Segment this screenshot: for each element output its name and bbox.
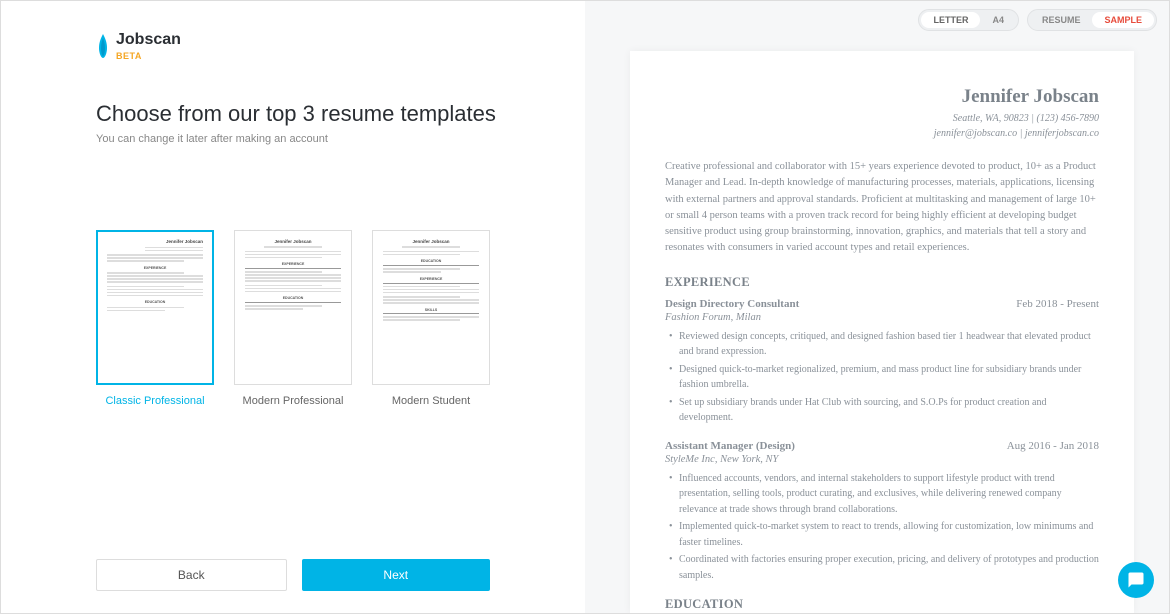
job-date: Aug 2016 - Jan 2018	[1007, 440, 1099, 452]
resume-preview: Jennifer Jobscan Seattle, WA, 90823 | (1…	[630, 51, 1134, 613]
resume-section-experience: EXPERIENCE	[665, 275, 1099, 290]
bullet: Implemented quick-to-market system to re…	[679, 519, 1099, 550]
page-subheading: You can change it later after making an …	[96, 133, 545, 145]
job-company: StyleMe Inc, New York, NY	[665, 454, 1099, 465]
bullet: Designed quick-to-market regionalized, p…	[679, 362, 1099, 393]
view-toggles: LETTER A4 RESUME SAMPLE	[918, 9, 1157, 31]
bullet: Reviewed design concepts, critiqued, and…	[679, 329, 1099, 360]
logo-text: Jobscan	[116, 31, 181, 49]
template-classic-professional[interactable]: Jennifer Jobscan EXPERIENCE EDUCATION Cl…	[96, 230, 214, 407]
template-label: Modern Professional	[234, 395, 352, 407]
left-panel: Jobscan BETA Choose from our top 3 resum…	[1, 1, 585, 613]
resume-section-education: EDUCATION	[665, 597, 1099, 612]
resume-job: Assistant Manager (Design) Aug 2016 - Ja…	[665, 440, 1099, 584]
toggle-resume[interactable]: RESUME	[1030, 12, 1093, 28]
toggle-a4[interactable]: A4	[980, 12, 1016, 28]
help-button[interactable]	[1118, 562, 1154, 598]
paper-size-toggle: LETTER A4	[918, 9, 1019, 31]
job-title: Design Directory Consultant	[665, 298, 799, 310]
job-title: Assistant Manager (Design)	[665, 440, 795, 452]
template-thumbnail: Jennifer Jobscan EDUCATION EXPERIENCE SK…	[372, 230, 490, 385]
resume-job: Design Directory Consultant Feb 2018 - P…	[665, 298, 1099, 426]
next-button[interactable]: Next	[302, 559, 491, 591]
mode-toggle: RESUME SAMPLE	[1027, 9, 1157, 31]
template-label: Classic Professional	[96, 395, 214, 407]
resume-summary: Creative professional and collaborator w…	[665, 159, 1099, 257]
logo: Jobscan BETA	[96, 31, 545, 61]
bullet: Set up subsidiary brands under Hat Club …	[679, 395, 1099, 426]
resume-header: Jennifer Jobscan Seattle, WA, 90823 | (1…	[665, 86, 1099, 141]
job-bullets: Influenced accounts, vendors, and intern…	[665, 471, 1099, 584]
template-modern-professional[interactable]: Jennifer Jobscan EXPERIENCE EDUCATION Mo…	[234, 230, 352, 407]
back-button[interactable]: Back	[96, 559, 287, 591]
resume-name: Jennifer Jobscan	[665, 86, 1099, 108]
template-thumbnail: Jennifer Jobscan EXPERIENCE EDUCATION	[234, 230, 352, 385]
toggle-sample[interactable]: SAMPLE	[1092, 12, 1154, 28]
job-date: Feb 2018 - Present	[1016, 298, 1099, 310]
template-modern-student[interactable]: Jennifer Jobscan EDUCATION EXPERIENCE SK…	[372, 230, 490, 407]
page-heading: Choose from our top 3 resume templates	[96, 101, 545, 127]
preview-panel: Jennifer Jobscan Seattle, WA, 90823 | (1…	[585, 1, 1169, 613]
template-label: Modern Student	[372, 395, 490, 407]
chat-icon	[1127, 571, 1145, 589]
bullet: Coordinated with factories ensuring prop…	[679, 552, 1099, 583]
logo-beta: BETA	[116, 51, 181, 61]
template-thumbnail: Jennifer Jobscan EXPERIENCE EDUCATION	[96, 230, 214, 385]
template-list: Jennifer Jobscan EXPERIENCE EDUCATION Cl…	[96, 230, 545, 407]
resume-contact-line1: Seattle, WA, 90823 | (123) 456-7890	[665, 111, 1099, 126]
bullet: Influenced accounts, vendors, and intern…	[679, 471, 1099, 518]
job-company: Fashion Forum, Milan	[665, 312, 1099, 323]
jobscan-logo-icon	[96, 34, 110, 58]
resume-contact-line2: jennifer@jobscan.co | jenniferjobscan.co	[665, 126, 1099, 141]
toggle-letter[interactable]: LETTER	[921, 12, 980, 28]
job-bullets: Reviewed design concepts, critiqued, and…	[665, 329, 1099, 426]
nav-buttons: Back Next	[96, 559, 490, 591]
